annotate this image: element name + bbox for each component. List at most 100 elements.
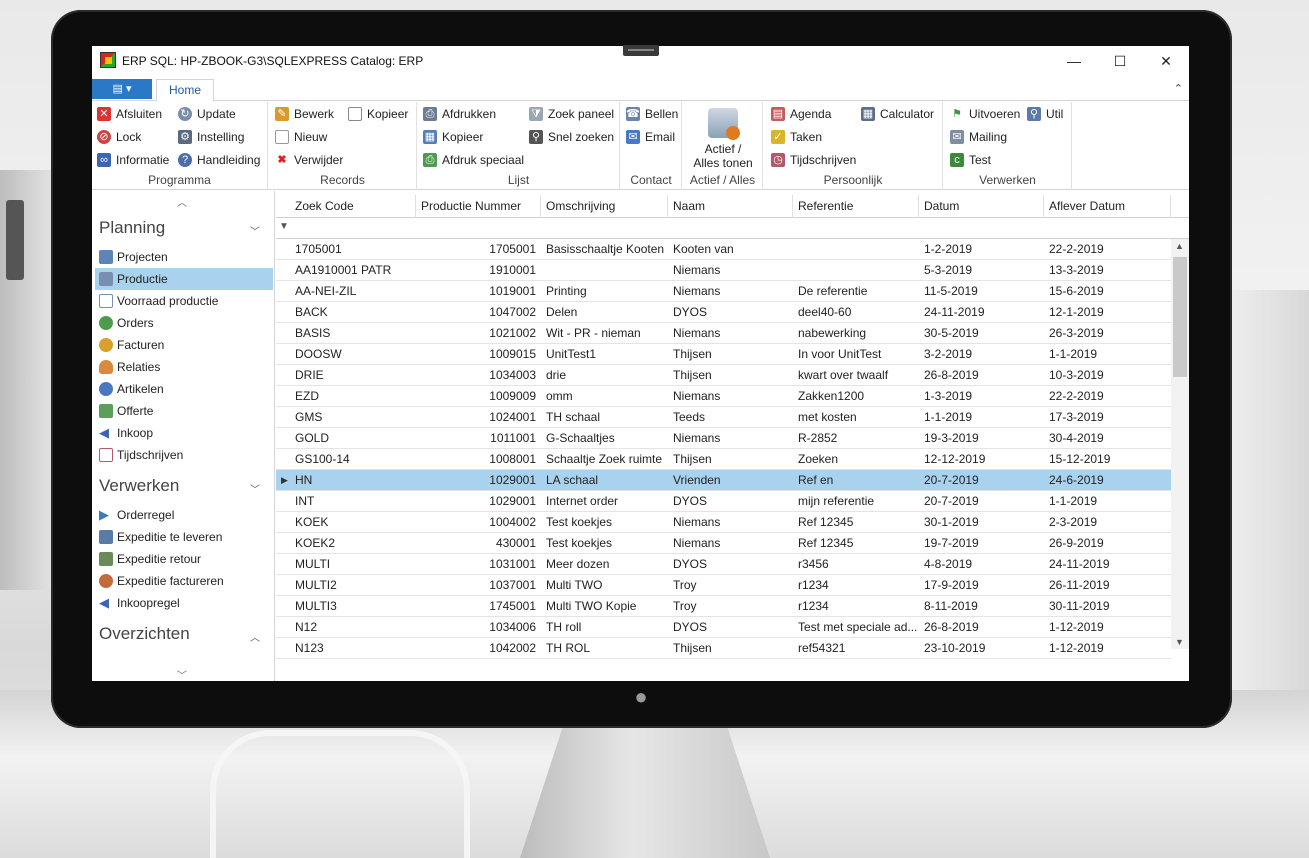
- cell-naam[interactable]: Teeds: [668, 407, 793, 428]
- nav-item-relaties[interactable]: Relaties: [95, 356, 273, 378]
- cell-referentie[interactable]: In voor UnitTest: [793, 344, 919, 365]
- cell-naam[interactable]: Niemans: [668, 260, 793, 281]
- cell-referentie[interactable]: R-2852: [793, 428, 919, 449]
- cell-omschrijving[interactable]: Printing: [541, 281, 668, 302]
- cell-referentie[interactable]: met kosten: [793, 407, 919, 428]
- cell-naam[interactable]: Kooten van: [668, 239, 793, 260]
- afdrukken-button[interactable]: ⎙ Afdrukken: [422, 104, 496, 124]
- cell-omschrijving[interactable]: TH roll: [541, 617, 668, 638]
- table-row[interactable]: EZD 1009009 omm Niemans Zakken1200 1-3-2019 22…: [276, 386, 1171, 407]
- cell-aflever-datum[interactable]: 26-9-2019: [1044, 533, 1171, 554]
- table-row[interactable]: BACK 1047002 Delen DYOS deel40-60 24-11-2019 1…: [276, 302, 1171, 323]
- cell-naam[interactable]: DYOS: [668, 554, 793, 575]
- nav-item-projecten[interactable]: Projecten: [95, 246, 273, 268]
- cell-datum[interactable]: 19-3-2019: [919, 428, 1044, 449]
- cell-datum[interactable]: 4-8-2019: [919, 554, 1044, 575]
- table-row[interactable]: MULTI 1031001 Meer dozen DYOS r3456 4-8-2019 2…: [276, 554, 1171, 575]
- table-row[interactable]: N123 1042002 TH ROL Thijsen ref54321 23-10-20…: [276, 638, 1171, 659]
- cell-referentie[interactable]: Zakken1200: [793, 386, 919, 407]
- cell-zoek-code[interactable]: MULTI: [290, 554, 416, 575]
- cell-referentie[interactable]: ref54321: [793, 638, 919, 659]
- cell-productie-nummer[interactable]: 1031001: [416, 554, 541, 575]
- cell-datum[interactable]: 26-8-2019: [919, 617, 1044, 638]
- cell-naam[interactable]: DYOS: [668, 491, 793, 512]
- cell-zoek-code[interactable]: DRIE: [290, 365, 416, 386]
- cell-omschrijving[interactable]: TH ROL: [541, 638, 668, 659]
- cell-datum[interactable]: 19-7-2019: [919, 533, 1044, 554]
- cell-naam[interactable]: DYOS: [668, 302, 793, 323]
- cell-aflever-datum[interactable]: 30-11-2019: [1044, 596, 1171, 617]
- cell-referentie[interactable]: [793, 260, 919, 281]
- cell-omschrijving[interactable]: Test koekjes: [541, 512, 668, 533]
- nav-item-voorraad-productie[interactable]: Voorraad productie: [95, 290, 273, 312]
- cell-productie-nummer[interactable]: 1019001: [416, 281, 541, 302]
- actief-alles-tonen-button[interactable]: Actief / Alles tonen: [683, 106, 763, 170]
- scroll-down-icon[interactable]: ﹀: [177, 667, 187, 681]
- cell-datum[interactable]: 26-8-2019: [919, 365, 1044, 386]
- nav-item-orders[interactable]: Orders: [95, 312, 273, 334]
- filter-row[interactable]: ▼: [276, 218, 1189, 239]
- cell-naam[interactable]: Thijsen: [668, 344, 793, 365]
- section-verwerken[interactable]: Verwerken: [99, 476, 179, 496]
- table-row[interactable]: 1705001 1705001 Basisschaaltje Kooten Koote…: [276, 239, 1171, 260]
- cell-naam[interactable]: Niemans: [668, 512, 793, 533]
- cell-omschrijving[interactable]: Test koekjes: [541, 533, 668, 554]
- cell-referentie[interactable]: Zoeken: [793, 449, 919, 470]
- vertical-scrollbar[interactable]: ▲ ▼: [1171, 239, 1189, 649]
- cell-zoek-code[interactable]: AA-NEI-ZIL: [290, 281, 416, 302]
- cell-zoek-code[interactable]: KOEK: [290, 512, 416, 533]
- cell-datum[interactable]: 11-5-2019: [919, 281, 1044, 302]
- cell-datum[interactable]: 24-11-2019: [919, 302, 1044, 323]
- cell-naam[interactable]: Niemans: [668, 386, 793, 407]
- agenda-button[interactable]: ▤ Agenda: [770, 104, 831, 124]
- cell-referentie[interactable]: Ref 12345: [793, 512, 919, 533]
- cell-omschrijving[interactable]: Delen: [541, 302, 668, 323]
- table-row[interactable]: DRIE 1034003 drie Thijsen kwart over twaalf 2…: [276, 365, 1171, 386]
- cell-naam[interactable]: Thijsen: [668, 449, 793, 470]
- informatie-button[interactable]: ∞ Informatie: [96, 150, 169, 170]
- column-header-zoek-code[interactable]: Zoek Code: [290, 195, 416, 218]
- cell-aflever-datum[interactable]: 1-1-2019: [1044, 344, 1171, 365]
- cell-referentie[interactable]: Ref 12345: [793, 533, 919, 554]
- table-row[interactable]: GMS 1024001 TH schaal Teeds met kosten 1-1-20…: [276, 407, 1171, 428]
- handleiding-button[interactable]: ? Handleiding: [177, 150, 260, 170]
- cell-productie-nummer[interactable]: 1029001: [416, 470, 541, 491]
- table-row[interactable]: GOLD 1011001 G-Schaaltjes Niemans R-2852 19-3…: [276, 428, 1171, 449]
- cell-productie-nummer[interactable]: 1034003: [416, 365, 541, 386]
- cell-omschrijving[interactable]: TH schaal: [541, 407, 668, 428]
- cell-naam[interactable]: Thijsen: [668, 638, 793, 659]
- zoek-paneel-button[interactable]: ⧩ Zoek paneel: [528, 104, 614, 124]
- nav-item-facturen[interactable]: Facturen: [95, 334, 273, 356]
- cell-datum[interactable]: 1-3-2019: [919, 386, 1044, 407]
- cell-omschrijving[interactable]: Schaaltje Zoek ruimte: [541, 449, 668, 470]
- column-header-aflever-datum[interactable]: Aflever Datum: [1044, 195, 1171, 218]
- instelling-button[interactable]: ⚙ Instelling: [177, 127, 244, 147]
- scrollbar-thumb[interactable]: [1173, 257, 1187, 377]
- table-row[interactable]: AA1910001 PATR 1910001 Niemans 5-3-2019 13-3…: [276, 260, 1171, 281]
- cell-datum[interactable]: 30-5-2019: [919, 323, 1044, 344]
- cell-zoek-code[interactable]: AA1910001 PATR: [290, 260, 416, 281]
- uitvoeren-button[interactable]: ⚑ Uitvoeren: [949, 104, 1020, 124]
- cell-zoek-code[interactable]: HN: [290, 470, 416, 491]
- cell-datum[interactable]: 17-9-2019: [919, 575, 1044, 596]
- cell-omschrijving[interactable]: Basisschaaltje Kooten: [541, 239, 668, 260]
- cell-referentie[interactable]: r3456: [793, 554, 919, 575]
- cell-omschrijving[interactable]: Multi TWO: [541, 575, 668, 596]
- cell-productie-nummer[interactable]: 1705001: [416, 239, 541, 260]
- cell-zoek-code[interactable]: N12: [290, 617, 416, 638]
- column-header-naam[interactable]: Naam: [668, 195, 793, 218]
- cell-datum[interactable]: 23-10-2019: [919, 638, 1044, 659]
- cell-omschrijving[interactable]: Wit - PR - nieman: [541, 323, 668, 344]
- cell-aflever-datum[interactable]: 12-1-2019: [1044, 302, 1171, 323]
- scroll-up-icon[interactable]: ︿: [177, 194, 187, 209]
- table-row[interactable]: GS100-14 1008001 Schaaltje Zoek ruimte Thij…: [276, 449, 1171, 470]
- cell-naam[interactable]: Troy: [668, 575, 793, 596]
- column-header-productie-nummer[interactable]: Productie Nummer: [416, 195, 541, 218]
- table-row[interactable]: MULTI3 1745001 Multi TWO Kopie Troy r1234 8-1…: [276, 596, 1171, 617]
- nav-item-productie[interactable]: Productie: [95, 268, 273, 290]
- cell-aflever-datum[interactable]: 22-2-2019: [1044, 239, 1171, 260]
- cell-datum[interactable]: 20-7-2019: [919, 491, 1044, 512]
- cell-omschrijving[interactable]: Meer dozen: [541, 554, 668, 575]
- kopieer-record-button[interactable]: Kopieer: [347, 104, 408, 124]
- cell-referentie[interactable]: r1234: [793, 596, 919, 617]
